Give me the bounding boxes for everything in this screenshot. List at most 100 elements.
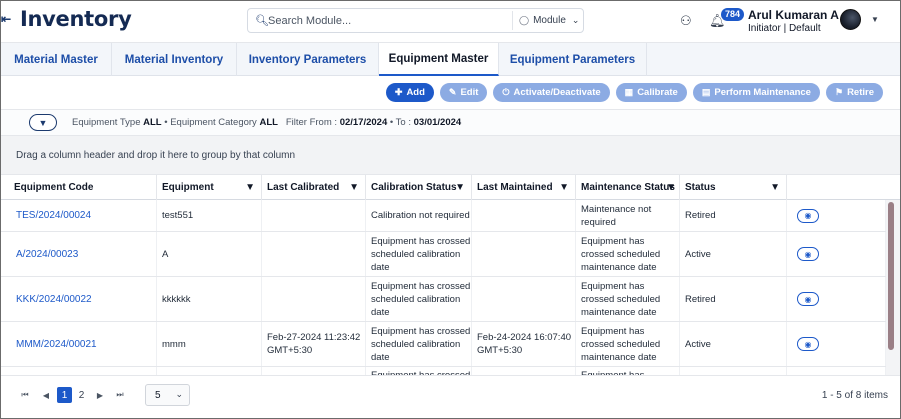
column-filter-icon[interactable]: ▼ xyxy=(559,182,569,193)
cell-status xyxy=(680,367,787,375)
cell-equipment-code[interactable]: KKK/2024/00022 xyxy=(1,277,157,321)
filter-to-value: 03/01/2024 xyxy=(413,117,462,128)
cell-equipment: mmm xyxy=(157,322,262,366)
app-title: Inventory xyxy=(20,7,132,31)
group-by-panel[interactable]: Drag a column header and drop it here to… xyxy=(1,136,900,175)
next-page-icon[interactable]: ▶︎ xyxy=(93,387,107,403)
column-header-equipment[interactable]: Equipment ▼ xyxy=(157,175,262,200)
filter-type-label: Equipment Type xyxy=(72,117,141,128)
view-button[interactable]: ◉ xyxy=(797,337,819,351)
column-filter-icon[interactable]: ▼ xyxy=(349,182,359,193)
cell-last-maintained xyxy=(472,367,576,375)
column-header-label: Equipment Code xyxy=(14,182,94,193)
activate-deactivate-button[interactable]: ⏻ Activate/Deactivate xyxy=(493,83,610,102)
tab-material-inventory[interactable]: Material Inventory xyxy=(112,43,237,76)
cell-calibration-status: Calibration not required xyxy=(366,200,472,231)
calibrate-button-label: Calibrate xyxy=(637,87,678,98)
calibrate-button[interactable]: ▦ Calibrate xyxy=(615,83,687,102)
module-icon: ◯ xyxy=(519,15,530,25)
cell-status: Active xyxy=(680,232,787,276)
view-button[interactable]: ◉ xyxy=(797,247,819,261)
add-button[interactable]: ✚ Add xyxy=(385,83,434,102)
cell-equipment-code[interactable]: MMM/2024/00021 xyxy=(1,322,157,366)
cell-last-calibrated xyxy=(262,367,366,375)
view-button[interactable]: ◉ xyxy=(797,208,819,223)
tab-material-master[interactable]: Material Master xyxy=(1,43,112,76)
edit-button[interactable]: ✎ Edit xyxy=(439,83,488,102)
group-by-hint: Drag a column header and drop it here to… xyxy=(16,150,296,161)
eye-icon: ◉ xyxy=(804,294,812,304)
table-row[interactable]: Equipment has crossed Equipment has cros… xyxy=(1,367,886,375)
cell-equipment-code[interactable] xyxy=(1,367,157,375)
cell-actions: ◉ xyxy=(787,322,886,366)
retire-icon: ⚑ xyxy=(834,87,844,97)
grid-scrollbar-thumb[interactable] xyxy=(888,202,894,350)
cell-actions: ◉ xyxy=(787,200,886,231)
cell-equipment: test551 xyxy=(157,200,262,231)
retire-button-label: Retire xyxy=(847,87,874,98)
cell-status: Active xyxy=(680,322,787,366)
cell-last-maintained xyxy=(472,232,576,276)
prev-page-icon[interactable]: ◀︎ xyxy=(39,387,53,403)
cell-last-calibrated xyxy=(262,232,366,276)
cell-last-maintained: Feb-24-2024 16:07:40 GMT+5:30 xyxy=(472,322,576,366)
column-filter-icon[interactable]: ▼ xyxy=(245,182,255,193)
column-header-equipment-code[interactable]: Equipment Code xyxy=(9,175,157,200)
last-page-icon[interactable]: ⏭︎ xyxy=(113,387,127,403)
cell-status: Retired xyxy=(680,277,787,321)
column-header-label: Last Maintained xyxy=(477,182,553,193)
cell-status: Retired xyxy=(680,200,787,231)
tab-inventory-parameters[interactable]: Inventory Parameters xyxy=(237,43,379,76)
tab-equipment-master[interactable]: Equipment Master xyxy=(379,43,499,76)
filter-category-label: Equipment Category xyxy=(170,117,257,128)
view-button[interactable]: ◉ xyxy=(797,292,819,306)
module-select[interactable]: ◯ Module ⌄ xyxy=(512,11,582,30)
column-header-label: Equipment xyxy=(162,182,214,193)
cell-equipment-code[interactable]: A/2024/00023 xyxy=(1,232,157,276)
column-header-last-calibrated[interactable]: Last Calibrated ▼ xyxy=(262,175,366,200)
column-header-calibration-status[interactable]: Calibration Status ▼ xyxy=(366,175,472,200)
table-row[interactable]: KKK/2024/00022 kkkkkk Equipment has cros… xyxy=(1,277,886,322)
column-header-maintenance-status[interactable]: Maintenance Status ▼ xyxy=(576,175,680,200)
top-header: ⇤ Inventory 🔍︎ ◯ Module ⌄ ⚇ 🔔︎ 784 Arul … xyxy=(1,1,900,41)
user-menu-chevron-icon[interactable]: ▼ xyxy=(871,15,879,24)
cell-last-maintained xyxy=(472,200,576,231)
tab-equipment-parameters[interactable]: Equipment Parameters xyxy=(499,43,647,76)
cell-maintenance-status: Equipment has crossed scheduled maintena… xyxy=(576,232,680,276)
filter-category-value: ALL xyxy=(259,117,278,128)
page-number[interactable]: 1 xyxy=(57,387,72,403)
eye-icon: ◉ xyxy=(804,211,812,220)
column-filter-icon[interactable]: ▼ xyxy=(770,182,780,193)
column-filter-icon[interactable]: ▼ xyxy=(455,182,465,193)
first-page-icon[interactable]: ⏮︎ xyxy=(18,387,32,403)
search-input[interactable] xyxy=(268,12,508,30)
column-header-label: Calibration Status xyxy=(371,182,457,193)
user-name: Arul Kumaran A xyxy=(748,8,839,22)
retire-button[interactable]: ⚑ Retire xyxy=(825,83,883,102)
page-number[interactable]: 2 xyxy=(74,387,89,403)
perform-maintenance-button[interactable]: ▤ Perform Maintenance xyxy=(692,83,820,102)
column-header-label: Status xyxy=(685,182,716,193)
maintenance-button-label: Perform Maintenance xyxy=(714,87,811,98)
filter-to-label: To : xyxy=(395,117,411,128)
table-row[interactable]: A/2024/00023 A Equipment has crossed sch… xyxy=(1,232,886,277)
cell-equipment-code[interactable]: TES/2024/00024 xyxy=(1,200,157,231)
column-header-last-maintained[interactable]: Last Maintained ▼ xyxy=(472,175,576,200)
filter-button[interactable]: ▼ xyxy=(29,114,57,131)
menu-icon[interactable]: ⇤ xyxy=(1,12,11,26)
filter-icon: ▼ xyxy=(38,117,48,128)
table-row[interactable]: MMM/2024/00021 mmm Feb-27-2024 11:23:42 … xyxy=(1,322,886,367)
edit-button-label: Edit xyxy=(460,87,479,98)
power-icon: ⏻ xyxy=(502,87,510,97)
page-size-select[interactable]: 5 ⌄ xyxy=(145,384,190,406)
column-header-status[interactable]: Status ▼ xyxy=(680,175,787,200)
calendar-icon: ▦ xyxy=(624,87,634,97)
cell-actions: ◉ xyxy=(787,232,886,276)
column-filter-icon[interactable]: ▼ xyxy=(666,182,676,193)
notification-badge: 784 xyxy=(721,8,745,21)
filter-from-value: 02/17/2024 xyxy=(339,117,388,128)
table-row[interactable]: TES/2024/00024 test551 Calibration not r… xyxy=(1,200,886,232)
cell-last-calibrated xyxy=(262,200,366,231)
avatar[interactable] xyxy=(840,9,861,30)
team-icon[interactable]: ⚇ xyxy=(680,13,698,28)
